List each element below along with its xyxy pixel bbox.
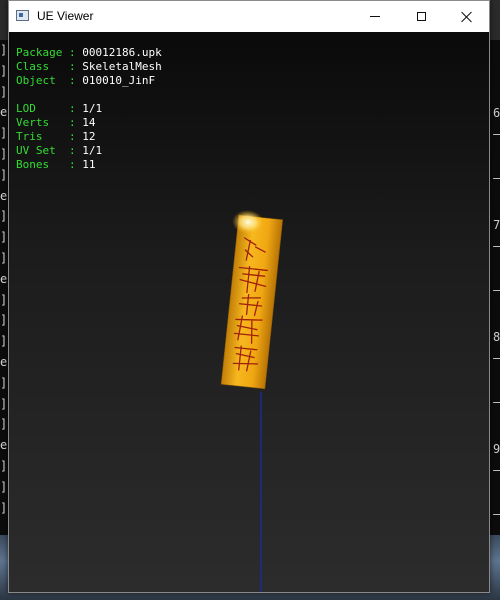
console-line: e (0, 438, 8, 453)
console-dash (493, 358, 500, 359)
title-bar[interactable]: UE Viewer (9, 1, 489, 32)
console-number: 9 (493, 442, 500, 456)
3d-viewport[interactable]: Package : 00012186.upk Class : SkeletalMe… (9, 32, 489, 592)
console-line: e (0, 105, 8, 120)
background-console-right: 6 7 8 9 (490, 40, 500, 600)
close-button[interactable] (444, 1, 490, 32)
console-number: 7 (493, 218, 500, 232)
talisman-mesh (220, 210, 283, 390)
console-dash (493, 246, 500, 247)
console-dash (493, 290, 500, 291)
console-dash (493, 402, 500, 403)
console-line: ] (0, 500, 8, 515)
console-line: ] (0, 43, 8, 57)
console-line: ] (0, 396, 8, 411)
console-dash (493, 178, 500, 179)
console-line: ] (0, 230, 8, 245)
mesh-render (220, 210, 283, 592)
console-line: ] (0, 334, 8, 349)
console-number: 8 (493, 330, 500, 344)
console-line: e (0, 188, 8, 203)
background-console-left: ]]] e]]] e]]] e]]] e]]] e]]] (0, 40, 8, 600)
console-line: ] (0, 146, 8, 161)
minimize-button[interactable] (352, 1, 398, 32)
ue-viewer-window[interactable]: UE Viewer Package : 00012186.upk Class : … (8, 0, 490, 593)
console-line: ] (0, 479, 8, 494)
window-app-icon (16, 10, 29, 21)
minimize-icon (370, 16, 380, 17)
console-number: 6 (493, 106, 500, 120)
console-line: ] (0, 313, 8, 328)
console-line: ] (0, 417, 8, 432)
console-line: ] (0, 209, 8, 224)
maximize-icon (416, 12, 426, 21)
console-dash (493, 514, 500, 515)
console-line: ] (0, 63, 8, 78)
close-icon (461, 11, 473, 23)
console-dash (493, 470, 500, 471)
console-line: e (0, 354, 8, 369)
console-line: e (0, 271, 8, 286)
console-line: ] (0, 458, 8, 473)
console-line: ] (0, 126, 8, 141)
console-line: ] (0, 250, 8, 265)
console-line: ] (0, 167, 8, 182)
console-line: ] (0, 375, 8, 390)
window-title: UE Viewer (37, 9, 94, 23)
maximize-button[interactable] (398, 1, 444, 32)
console-dash (493, 134, 500, 135)
console-line: ] (0, 84, 8, 99)
console-line: ] (0, 292, 8, 307)
